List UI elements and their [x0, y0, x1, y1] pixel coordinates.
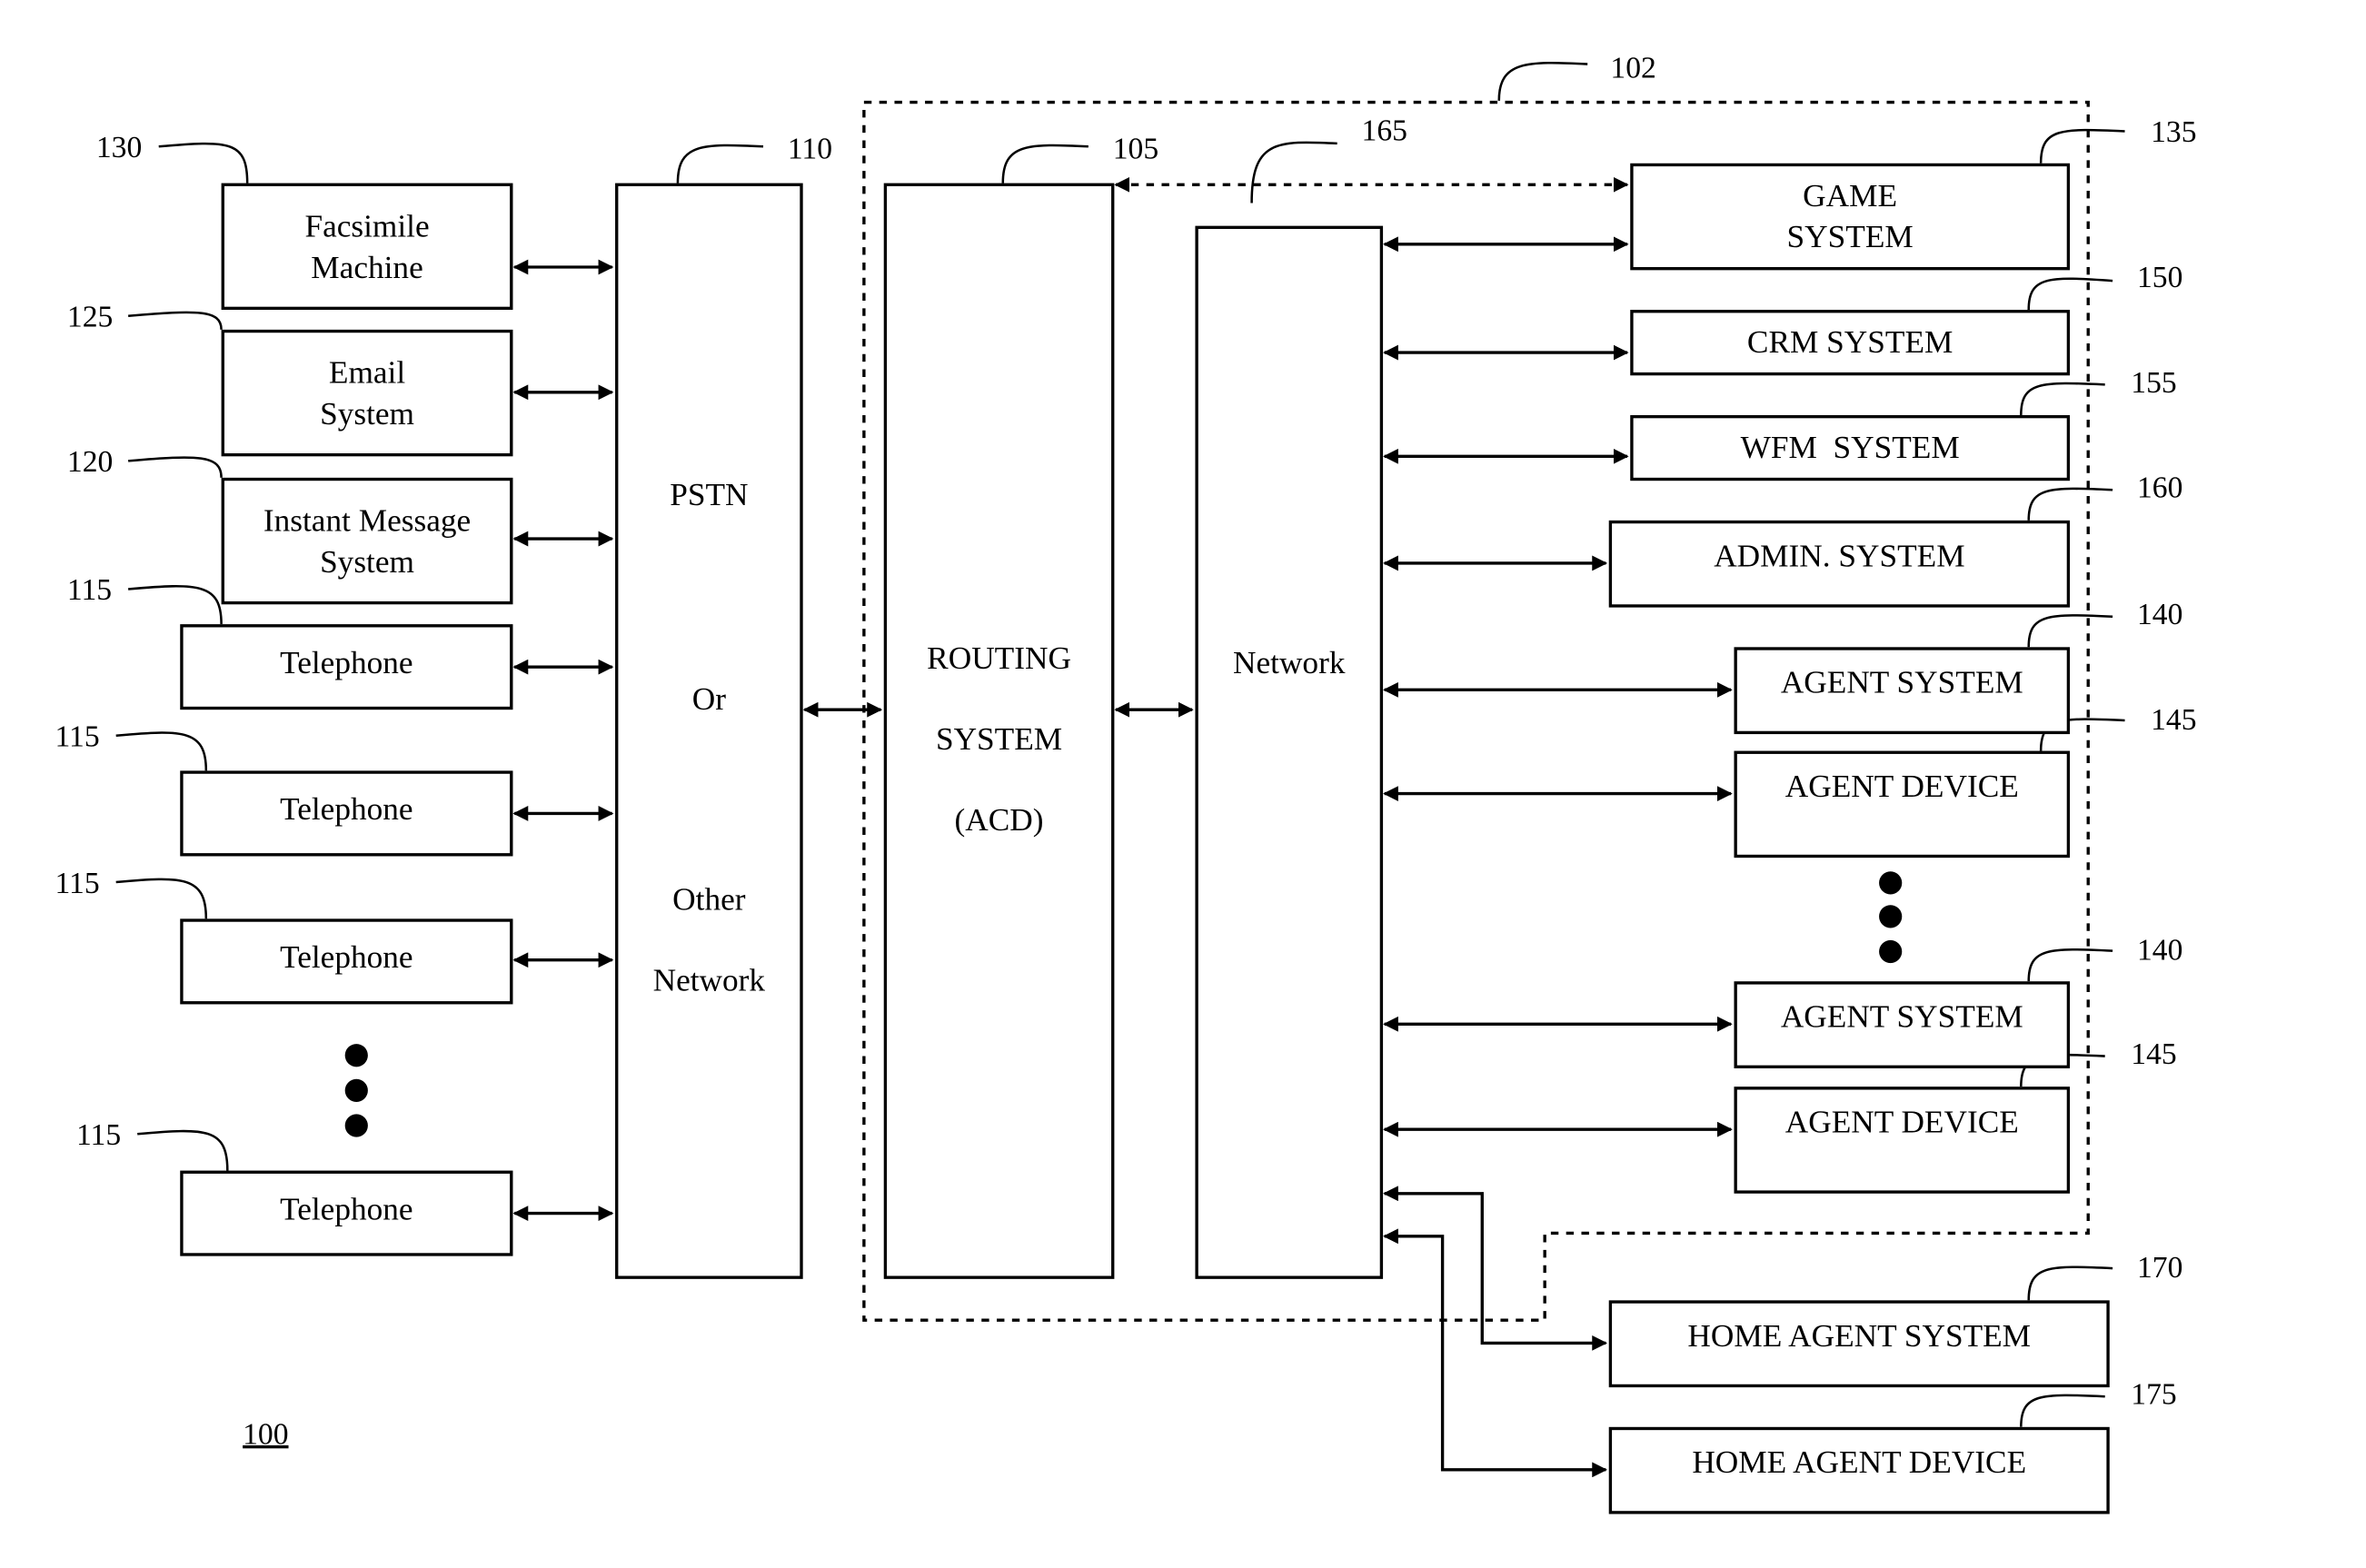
agent-system-box: AGENT SYSTEM	[1734, 981, 2071, 1068]
ref-150: 150	[2137, 261, 2183, 295]
network-box	[1195, 225, 1384, 1279]
ref-135: 135	[2151, 115, 2197, 150]
ref-120: 120	[66, 445, 114, 480]
crm-system-box: CRM SYSTEM	[1630, 310, 2071, 376]
ellipsis-dot-icon	[344, 1114, 368, 1137]
wfm-system-box: WFM SYSTEM	[1630, 414, 2071, 481]
ellipsis-dot-icon	[1879, 905, 1903, 928]
game-system-box: GAME SYSTEM	[1630, 163, 2071, 271]
ref-102: 102	[1610, 52, 1656, 86]
crm-system-label: CRM SYSTEM	[1746, 323, 1953, 361]
ref-140: 140	[2137, 598, 2183, 632]
facsimile-machine-label: Facsimile Machine	[304, 206, 430, 285]
ref-130: 130	[95, 131, 143, 165]
telephone-box: Telephone	[180, 770, 513, 857]
instant-message-system-label: Instant Message System	[263, 501, 472, 580]
telephone-label: Telephone	[280, 938, 413, 976]
agent-device-box: AGENT DEVICE	[1734, 750, 2071, 858]
agent-device-label: AGENT DEVICE	[1784, 768, 2019, 805]
leader-102	[1497, 62, 1588, 101]
ref-125: 125	[66, 300, 114, 334]
ref-160: 160	[2137, 471, 2183, 506]
admin-system-box: ADMIN. SYSTEM	[1608, 520, 2071, 608]
ref-145: 145	[2131, 1037, 2177, 1072]
agent-device-label: AGENT DEVICE	[1784, 1103, 2019, 1140]
arrow-network-home-device	[1383, 1228, 1608, 1478]
agent-system-box: AGENT SYSTEM	[1734, 647, 2071, 735]
ref-115: 115	[55, 867, 100, 901]
ref-175: 175	[2131, 1378, 2177, 1412]
wfm-system-label: WFM SYSTEM	[1740, 429, 1960, 466]
admin-system-label: ADMIN. SYSTEM	[1714, 537, 1965, 574]
agent-device-box: AGENT DEVICE	[1734, 1087, 2071, 1194]
email-system-label: Email System	[320, 352, 414, 432]
arrow-network-home-system	[1383, 1186, 1608, 1351]
diagram-canvas: Facsimile Machine Email System Instant M…	[0, 0, 2366, 1567]
pstn-label: PSTN	[670, 476, 749, 513]
figure-label: 100	[243, 1417, 289, 1452]
telephone-box: Telephone	[180, 918, 513, 1005]
ref-115: 115	[55, 719, 100, 754]
facsimile-machine-box: Facsimile Machine	[221, 183, 513, 311]
network-label: Network	[1233, 643, 1346, 681]
ref-155: 155	[2131, 366, 2177, 401]
telephone-label: Telephone	[280, 790, 413, 828]
pstn-other-label: Other	[672, 880, 746, 918]
ref-170: 170	[2137, 1251, 2183, 1285]
instant-message-system-box: Instant Message System	[221, 477, 513, 605]
ref-165: 165	[1361, 114, 1407, 148]
pstn-network-label: Network	[652, 961, 766, 998]
telephone-label: Telephone	[280, 1190, 413, 1227]
ellipsis-dot-icon	[344, 1078, 368, 1102]
ellipsis-dot-icon	[344, 1044, 368, 1067]
routing-system-label: SYSTEM	[935, 719, 1063, 758]
ref-115: 115	[76, 1118, 122, 1153]
email-system-box: Email System	[221, 329, 513, 457]
routing-label: ROUTING	[927, 639, 1071, 677]
agent-system-label: AGENT SYSTEM	[1780, 663, 2023, 701]
home-agent-system-box: HOME AGENT SYSTEM	[1608, 1300, 2110, 1388]
ref-110: 110	[787, 133, 833, 167]
telephone-box: Telephone	[180, 624, 513, 710]
home-agent-device-box: HOME AGENT DEVICE	[1608, 1426, 2110, 1514]
home-agent-system-label: HOME AGENT SYSTEM	[1687, 1316, 2032, 1355]
pstn-or-label: Or	[691, 680, 726, 718]
ref-140: 140	[2137, 934, 2183, 968]
ellipsis-dot-icon	[1879, 939, 1903, 964]
home-agent-device-label: HOME AGENT DEVICE	[1692, 1444, 2027, 1481]
routing-acd-label: (ACD)	[954, 801, 1044, 839]
ellipsis-dot-icon	[1879, 871, 1903, 895]
ref-105: 105	[1112, 133, 1159, 167]
agent-system-label: AGENT SYSTEM	[1780, 997, 2023, 1036]
pstn-network-box	[615, 183, 803, 1279]
ref-115: 115	[66, 573, 113, 608]
game-system-label: GAME SYSTEM	[1786, 176, 1914, 255]
ref-145: 145	[2151, 703, 2197, 738]
telephone-box: Telephone	[180, 1170, 513, 1256]
telephone-label: Telephone	[280, 643, 413, 681]
